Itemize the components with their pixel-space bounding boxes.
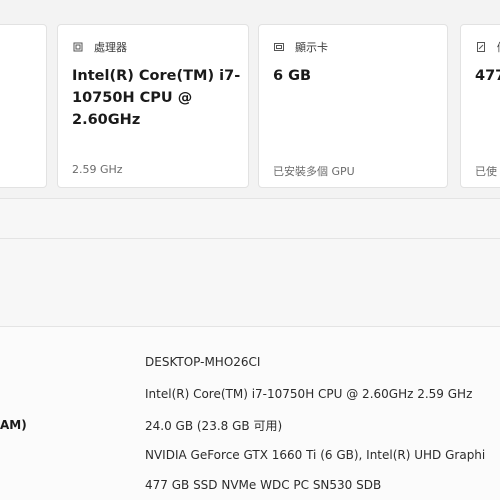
processor-card-value: Intel(R) Core(TM) i7-10750H CPU @ 2.60GH… [72,68,241,128]
graphics-card-icon [273,41,285,53]
processor-card-sub: 2.59 GHz [72,163,123,176]
processor-card-header: 處理器 [72,39,127,55]
device-specifications: DESKTOP-MHO26CI Intel(R) Core(TM) i7-107… [0,326,500,500]
storage-card-sub: 已使 [475,165,497,178]
processor-card[interactable]: 處理器 Intel(R) Core(TM) i7-10750H CPU @ 2.… [57,24,249,188]
spec-storage: 477 GB SSD NVMe WDC PC SN530 SDB [145,478,382,492]
storage-card-header: 儲 [475,39,500,55]
spec-device-name: DESKTOP-MHO26CI [145,355,261,369]
graphics-card-header: 顯示卡 [273,39,328,55]
system-info-page: 處理器 Intel(R) Core(TM) i7-10750H CPU @ 2.… [0,0,500,500]
section-band-2 [0,238,500,326]
processor-card-label: 處理器 [94,41,127,54]
spec-ram: 24.0 GB (23.8 GB 可用) [145,419,283,433]
storage-icon [475,41,487,53]
graphics-card-sub: 已安裝多個 GPU [273,165,355,178]
card-partial-left [0,24,47,188]
processor-icon [72,41,84,53]
graphics-card[interactable]: 顯示卡 6 GB 已安裝多個 GPU [258,24,448,188]
spec-ram-label: AM) [0,418,27,432]
storage-card-value: 477 [475,68,500,84]
spec-graphics: NVIDIA GeForce GTX 1660 Ti (6 GB), Intel… [145,448,486,462]
graphics-card-value: 6 GB [273,68,312,84]
section-band-1 [0,198,500,238]
graphics-card-label: 顯示卡 [295,41,328,54]
spec-processor: Intel(R) Core(TM) i7-10750H CPU @ 2.60GH… [145,387,473,401]
storage-card[interactable]: 儲 477 已使 [460,24,500,188]
